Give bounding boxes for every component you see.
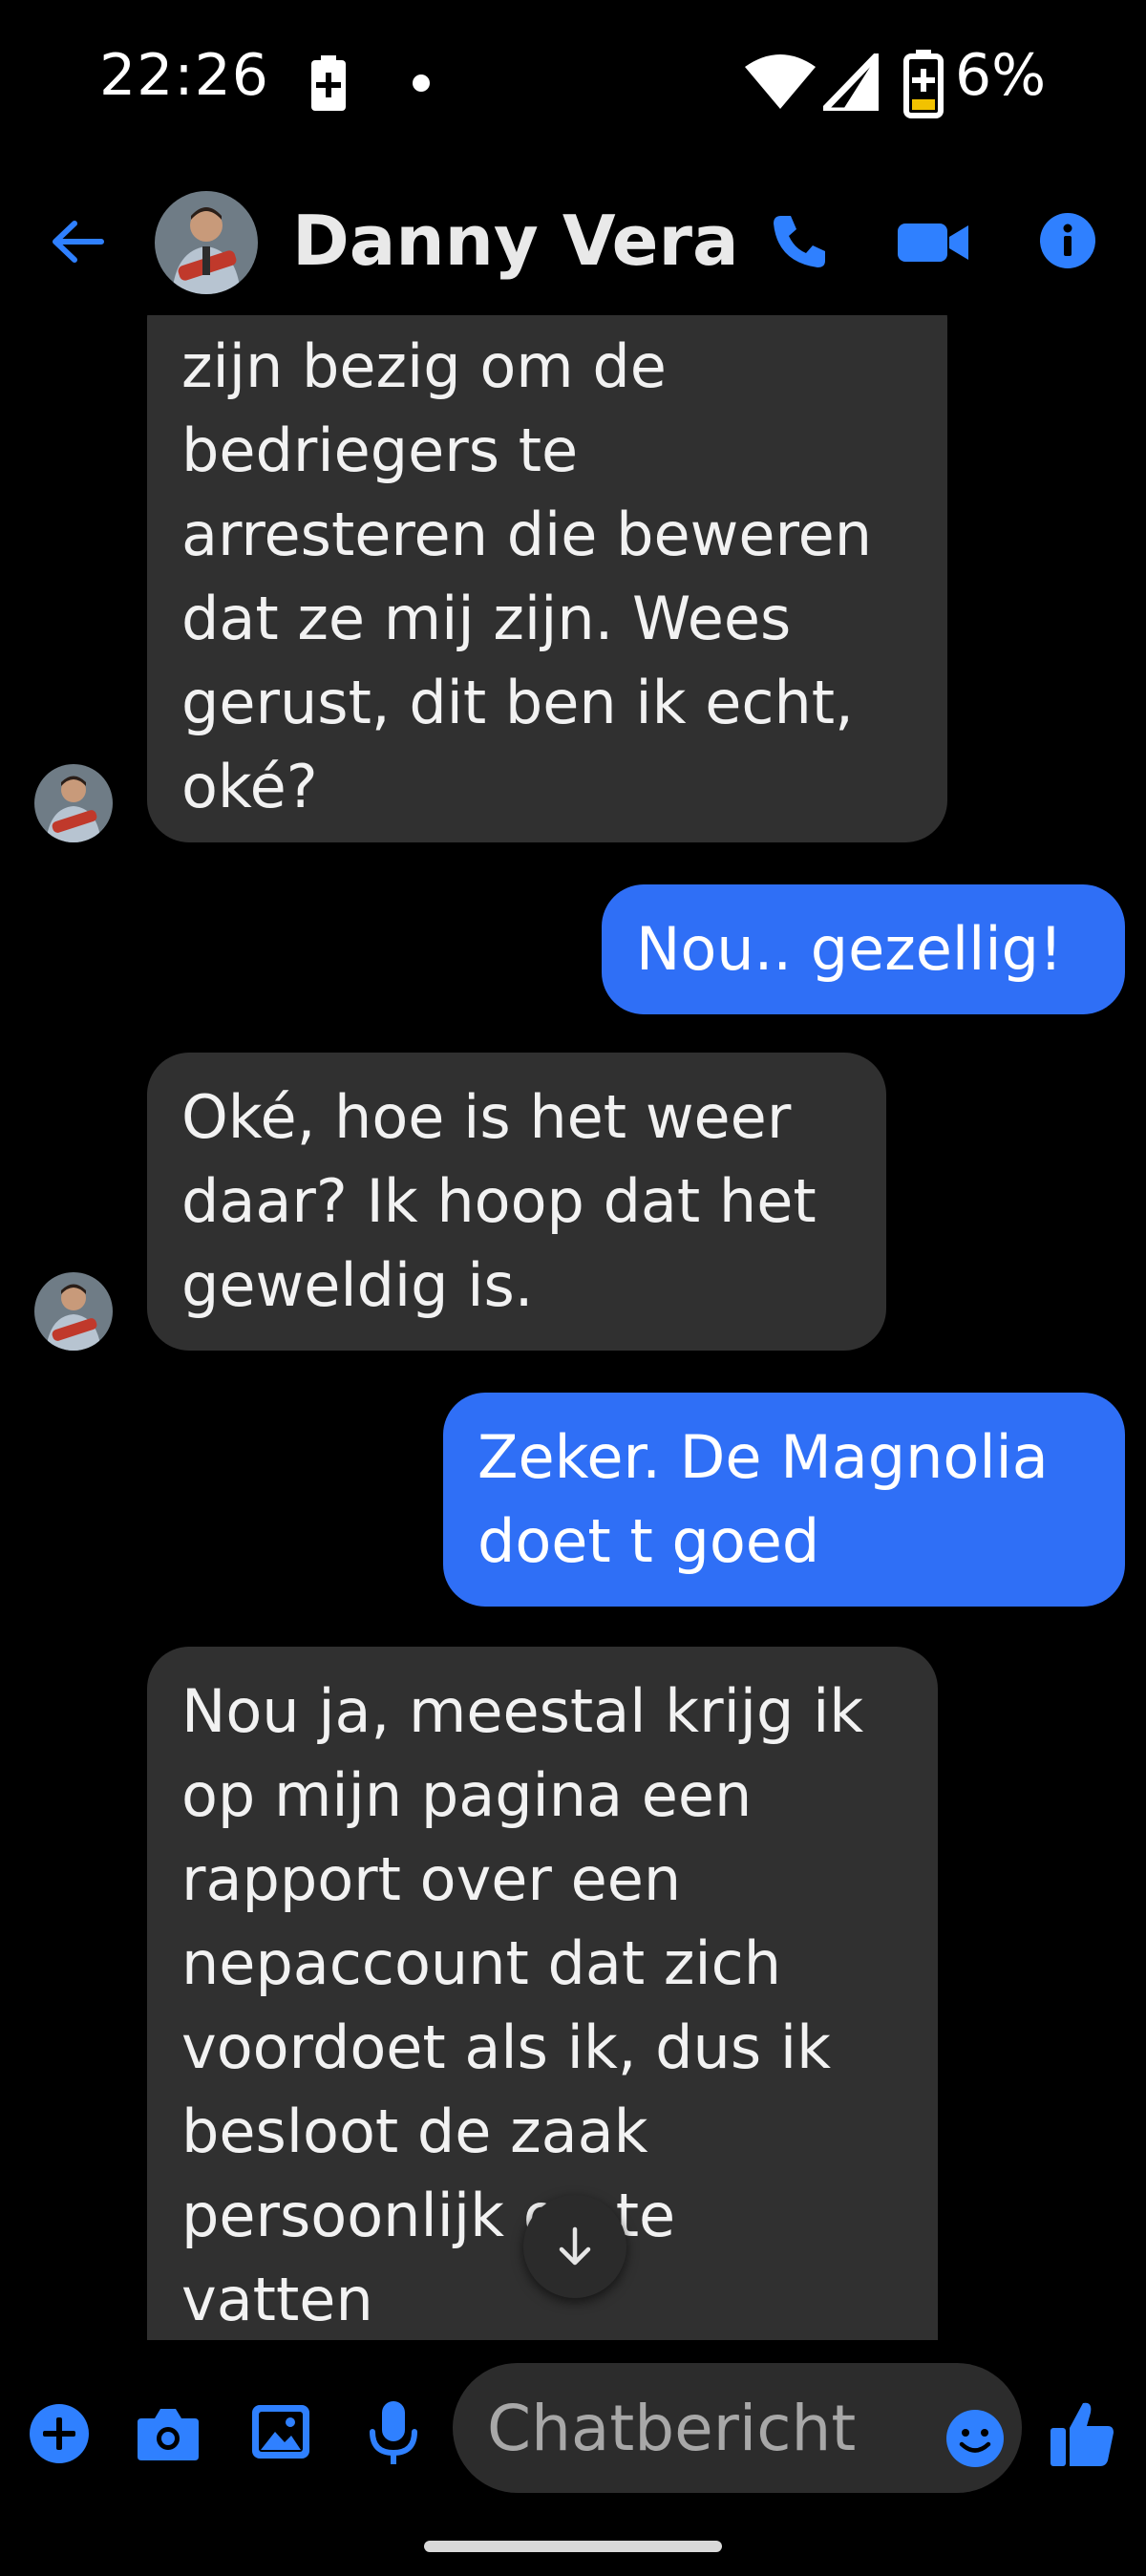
contact-name[interactable]: Danny Vera bbox=[292, 201, 739, 281]
incoming-message[interactable]: zijn bezig om de bedriegers te arrestere… bbox=[147, 315, 947, 842]
microphone-icon[interactable] bbox=[367, 2399, 420, 2468]
image-icon[interactable] bbox=[250, 2401, 311, 2462]
message-line: besloot de zaak bbox=[181, 2097, 648, 2166]
message-line: geweldig is. bbox=[181, 1250, 534, 1320]
outgoing-message[interactable]: Zeker. De Magnolia doet t goed bbox=[443, 1393, 1125, 1607]
phone-icon[interactable] bbox=[770, 212, 829, 271]
message-line: gerust, dit ben ik echt, bbox=[181, 668, 854, 737]
outgoing-message[interactable]: Nou.. gezellig! bbox=[602, 884, 1125, 1014]
battery-icon bbox=[903, 50, 944, 118]
message-input[interactable]: Chatbericht bbox=[453, 2363, 1022, 2493]
message-line: dat ze mij zijn. Wees bbox=[181, 584, 792, 653]
home-indicator[interactable] bbox=[424, 2541, 722, 2552]
arrow-down-icon bbox=[559, 2226, 591, 2266]
message-line: daar? Ik hoop dat het bbox=[181, 1166, 817, 1236]
video-camera-icon[interactable] bbox=[898, 212, 970, 271]
status-bar: 22:26 6% bbox=[0, 0, 1146, 162]
contact-avatar[interactable] bbox=[155, 191, 258, 294]
message-line: Nou ja, meestal krijg ik bbox=[181, 1676, 864, 1746]
message-line: rapport over een bbox=[181, 1844, 682, 1914]
message-line: zijn bezig om de bbox=[181, 331, 667, 401]
message-input-placeholder: Chatbericht bbox=[487, 2392, 857, 2465]
message-line: voordoet als ik, dus ik bbox=[181, 2012, 831, 2082]
notification-dot-icon bbox=[413, 75, 430, 92]
incoming-message[interactable]: Oké, hoe is het weer daar? Ik hoop dat h… bbox=[147, 1053, 886, 1351]
wifi-icon bbox=[745, 54, 816, 109]
sender-avatar[interactable] bbox=[34, 1272, 113, 1351]
message-line: nepaccount dat zich bbox=[181, 1928, 782, 1998]
back-arrow-icon[interactable] bbox=[48, 212, 107, 271]
camera-icon[interactable] bbox=[136, 2403, 201, 2464]
info-icon[interactable] bbox=[1039, 212, 1096, 269]
status-time: 22:26 bbox=[99, 42, 269, 109]
message-line: bedriegers te bbox=[181, 415, 579, 485]
message-line: Nou.. gezellig! bbox=[636, 914, 1063, 984]
sender-avatar[interactable] bbox=[34, 764, 113, 842]
message-line: op mijn pagina een bbox=[181, 1760, 753, 1830]
message-list[interactable]: zijn bezig om de bedriegers te arrestere… bbox=[0, 315, 1146, 2340]
smiley-icon[interactable] bbox=[945, 2409, 1005, 2468]
scroll-to-bottom-button[interactable] bbox=[523, 2195, 626, 2298]
signal-icon bbox=[823, 53, 879, 111]
message-line: Zeker. De Magnolia bbox=[478, 1422, 1049, 1492]
plus-circle-icon[interactable] bbox=[29, 2403, 90, 2464]
message-line: Oké, hoe is het weer bbox=[181, 1082, 792, 1152]
thumbs-up-icon[interactable] bbox=[1049, 2399, 1115, 2468]
message-line: arresteren die beweren bbox=[181, 500, 873, 569]
battery-saver-icon bbox=[311, 55, 346, 111]
message-line: doet t goed bbox=[478, 1506, 820, 1576]
battery-percent: 6% bbox=[955, 42, 1047, 109]
message-line: oké? bbox=[181, 752, 318, 821]
